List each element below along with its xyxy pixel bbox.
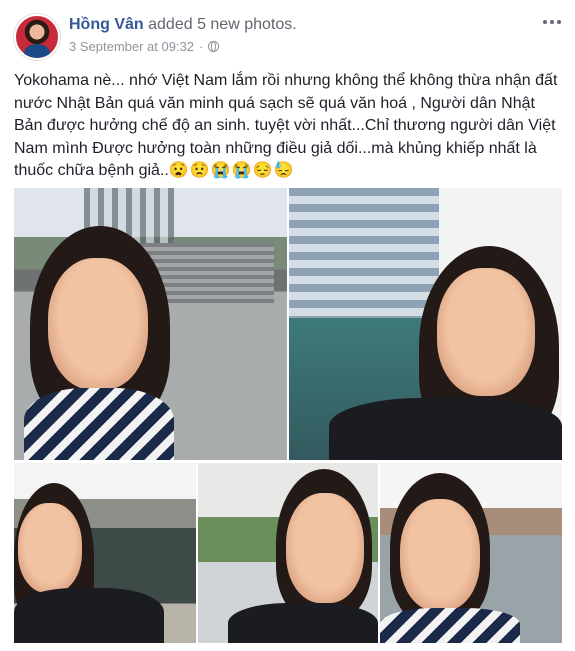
dot <box>543 20 547 24</box>
post-action-text: added 5 new photos. <box>148 16 297 33</box>
globe-icon[interactable] <box>208 41 220 52</box>
post-body-text: Yokohama nè... nhớ Việt Nam lắm rồi nhưn… <box>14 70 562 183</box>
photo-detail <box>400 499 480 611</box>
timestamp-link[interactable]: 3 September at 09:32 <box>69 39 194 54</box>
photo-detail <box>380 608 520 643</box>
more-options-icon[interactable] <box>540 14 564 30</box>
author-name-link[interactable]: Hồng Vân <box>69 16 144 33</box>
post-header: Hồng Vân added 5 new photos. 3 September… <box>14 12 564 60</box>
photo-detail <box>228 603 378 643</box>
photo-detail <box>329 398 562 460</box>
photo-4[interactable] <box>198 463 378 643</box>
emoji-sequence: 😧😟😭😭😔😓 <box>168 162 295 179</box>
facebook-post: Hồng Vân added 5 new photos. 3 September… <box>0 0 575 651</box>
meta-separator: · <box>199 39 204 54</box>
photo-detail <box>286 493 364 603</box>
photo-detail <box>24 388 174 460</box>
photo-detail <box>48 258 148 390</box>
photo-grid <box>14 188 562 643</box>
photo-3[interactable] <box>14 463 196 643</box>
dot <box>550 20 554 24</box>
author-line: Hồng Vân added 5 new photos. <box>69 16 297 34</box>
photo-detail <box>437 268 535 396</box>
dot <box>557 20 561 24</box>
photo-detail <box>14 588 164 643</box>
avatar[interactable] <box>14 14 60 60</box>
photo-5[interactable] <box>380 463 562 643</box>
photo-detail <box>18 503 82 593</box>
photo-1[interactable] <box>14 188 287 460</box>
photo-2[interactable] <box>289 188 562 460</box>
post-meta: 3 September at 09:32 · <box>69 39 220 54</box>
